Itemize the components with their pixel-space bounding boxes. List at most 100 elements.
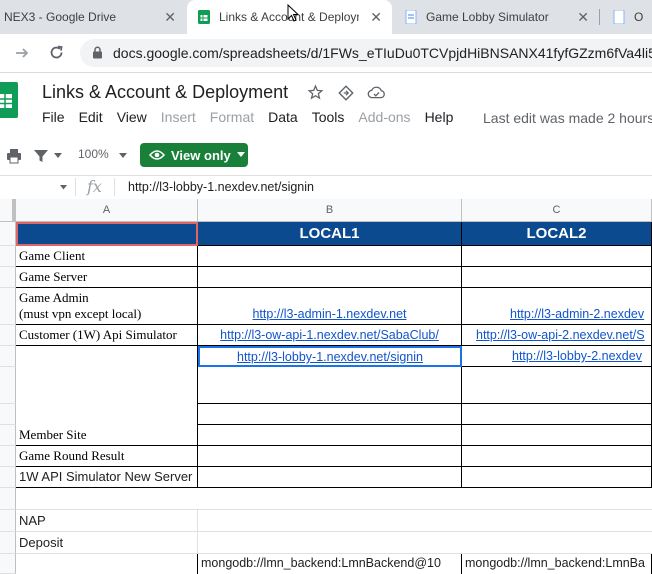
link-admin-local1[interactable]: http://l3-admin-1.nexdev.net <box>198 288 462 325</box>
zoom-select[interactable]: 100% <box>78 147 109 161</box>
url-field[interactable]: docs.google.com/spreadsheets/d/1FWs_eTIu… <box>80 39 652 67</box>
cell[interactable] <box>198 246 462 267</box>
link-lobby-local1-selected[interactable]: http://l3-lobby-1.nexdev.net/signin <box>198 346 462 367</box>
cell[interactable] <box>462 425 652 446</box>
row-header[interactable] <box>0 267 16 288</box>
document-title[interactable]: Links & Account & Deployment <box>42 82 288 103</box>
cell[interactable] <box>198 467 462 488</box>
chevron-down-icon[interactable] <box>54 153 62 159</box>
sheets-logo-icon[interactable] <box>0 82 20 118</box>
link-admin-local2[interactable]: http://l3-admin-2.nexdev <box>462 288 652 325</box>
label-game-client[interactable]: Game Client <box>16 246 198 267</box>
link-ow-api-local1[interactable]: http://l3-ow-api-1.nexdev.net/SabaClub/ <box>198 325 462 346</box>
row-header[interactable] <box>0 325 16 346</box>
tab-game-lobby[interactable]: Game Lobby Simulator ✕ <box>394 0 599 34</box>
star-icon[interactable] <box>307 84 324 101</box>
docs-favicon-icon <box>405 10 417 24</box>
cell[interactable] <box>198 532 652 554</box>
tab-title: Game Lobby Simulator <box>426 10 549 24</box>
close-icon[interactable]: ✕ <box>164 9 176 26</box>
move-to-folder-icon[interactable] <box>337 84 355 102</box>
filter-icon[interactable] <box>33 148 49 164</box>
label-1w-api-simulator[interactable]: 1W API Simulator New Server <box>16 467 198 488</box>
formula-bar: fx http://l3-lobby-1.nexdev.net/signin <box>0 175 652 201</box>
chevron-down-icon[interactable] <box>119 153 127 159</box>
cell[interactable] <box>198 404 462 425</box>
row-header[interactable] <box>0 467 16 488</box>
docs-favicon-icon <box>613 10 625 24</box>
cloud-saved-icon[interactable] <box>367 84 386 101</box>
cell[interactable] <box>198 367 462 404</box>
label-game-admin-line1: Game Admin <box>19 290 89 305</box>
close-icon[interactable]: ✕ <box>577 9 589 26</box>
tab-separator <box>599 9 600 25</box>
cell[interactable] <box>198 425 462 446</box>
label-nap[interactable]: NAP <box>16 510 198 532</box>
cell[interactable] <box>462 246 652 267</box>
label-game-round-result[interactable]: Game Round Result <box>16 446 198 467</box>
select-all-corner[interactable] <box>0 199 16 222</box>
menu-edit[interactable]: Edit <box>79 109 103 129</box>
browser-tab-strip: NEX3 - Google Drive ✕ Links & Account & … <box>0 0 652 34</box>
label-game-admin[interactable]: Game Admin (must vpn except local) <box>16 288 198 325</box>
tab-drive[interactable]: NEX3 - Google Drive ✕ <box>0 0 186 34</box>
header-cell-a[interactable] <box>16 222 198 246</box>
column-header-b[interactable]: B <box>198 199 462 222</box>
header-local1[interactable]: LOCAL1 <box>198 222 462 246</box>
cell[interactable] <box>16 554 198 574</box>
cell[interactable] <box>462 467 652 488</box>
tab-title: O <box>634 10 644 24</box>
view-only-label: View only <box>171 147 231 163</box>
cell[interactable] <box>198 510 652 532</box>
link-ow-api-local2[interactable]: http://l3-ow-api-2.nexdev.net/S <box>462 325 652 346</box>
cell[interactable] <box>462 367 652 404</box>
view-only-button[interactable]: View only <box>140 143 248 167</box>
forward-icon[interactable] <box>14 45 30 61</box>
menu-view[interactable]: View <box>117 109 147 129</box>
row-header[interactable] <box>0 288 16 325</box>
cell[interactable] <box>462 404 652 425</box>
print-icon[interactable] <box>6 148 22 164</box>
menu-insert[interactable]: Insert <box>161 109 196 129</box>
cell[interactable] <box>198 267 462 288</box>
column-header-c[interactable]: C <box>462 199 652 222</box>
cell[interactable] <box>462 446 652 467</box>
label-deposit[interactable]: Deposit <box>16 532 198 554</box>
row-header[interactable] <box>0 367 16 404</box>
column-header-a[interactable]: A <box>16 199 198 222</box>
row-header[interactable] <box>0 404 16 425</box>
link-lobby-local2[interactable]: http://l3-lobby-2.nexdev <box>462 346 652 367</box>
header-local2[interactable]: LOCAL2 <box>462 222 652 246</box>
close-icon[interactable]: ✕ <box>370 9 382 26</box>
row-header[interactable] <box>0 425 16 446</box>
row-header[interactable] <box>0 222 16 246</box>
name-box-chevron-icon[interactable] <box>60 185 67 190</box>
row-header[interactable] <box>0 446 16 467</box>
label-customer-api-simulator[interactable]: Customer (1W) Api Simulator <box>16 325 198 346</box>
cell-mongodb-local2[interactable]: mongodb://lmn_backend:LmnBa <box>462 554 652 574</box>
cell-mongodb-local1[interactable]: mongodb://lmn_backend:LmnBackend@10 <box>198 554 462 574</box>
spreadsheet-grid: A B C LOCAL1 LOCAL2 Game Client Game Ser… <box>0 199 652 574</box>
cell[interactable] <box>462 267 652 288</box>
row-header[interactable] <box>0 346 16 367</box>
menu-tools[interactable]: Tools <box>312 109 345 129</box>
tab-partial[interactable]: O <box>604 0 652 34</box>
row-header[interactable] <box>0 246 16 267</box>
menu-addons[interactable]: Add-ons <box>358 109 410 129</box>
label-game-server[interactable]: Game Server <box>16 267 198 288</box>
last-edit-link[interactable]: Last edit was made 2 hours <box>483 110 652 126</box>
reload-icon[interactable] <box>48 44 65 61</box>
menu-help[interactable]: Help <box>425 109 454 129</box>
row-header[interactable] <box>0 510 16 532</box>
menu-file[interactable]: File <box>42 109 65 129</box>
menu-format[interactable]: Format <box>210 109 254 129</box>
row-header[interactable] <box>0 554 16 574</box>
menu-data[interactable]: Data <box>268 109 298 129</box>
cell[interactable] <box>198 446 462 467</box>
row-header[interactable] <box>0 532 16 554</box>
fx-icon: fx <box>87 177 102 196</box>
formula-input[interactable]: http://l3-lobby-1.nexdev.net/signin <box>128 180 314 194</box>
empty-row[interactable] <box>16 488 652 510</box>
label-member-site[interactable]: Member Site <box>16 346 198 446</box>
row-header[interactable] <box>0 488 16 510</box>
